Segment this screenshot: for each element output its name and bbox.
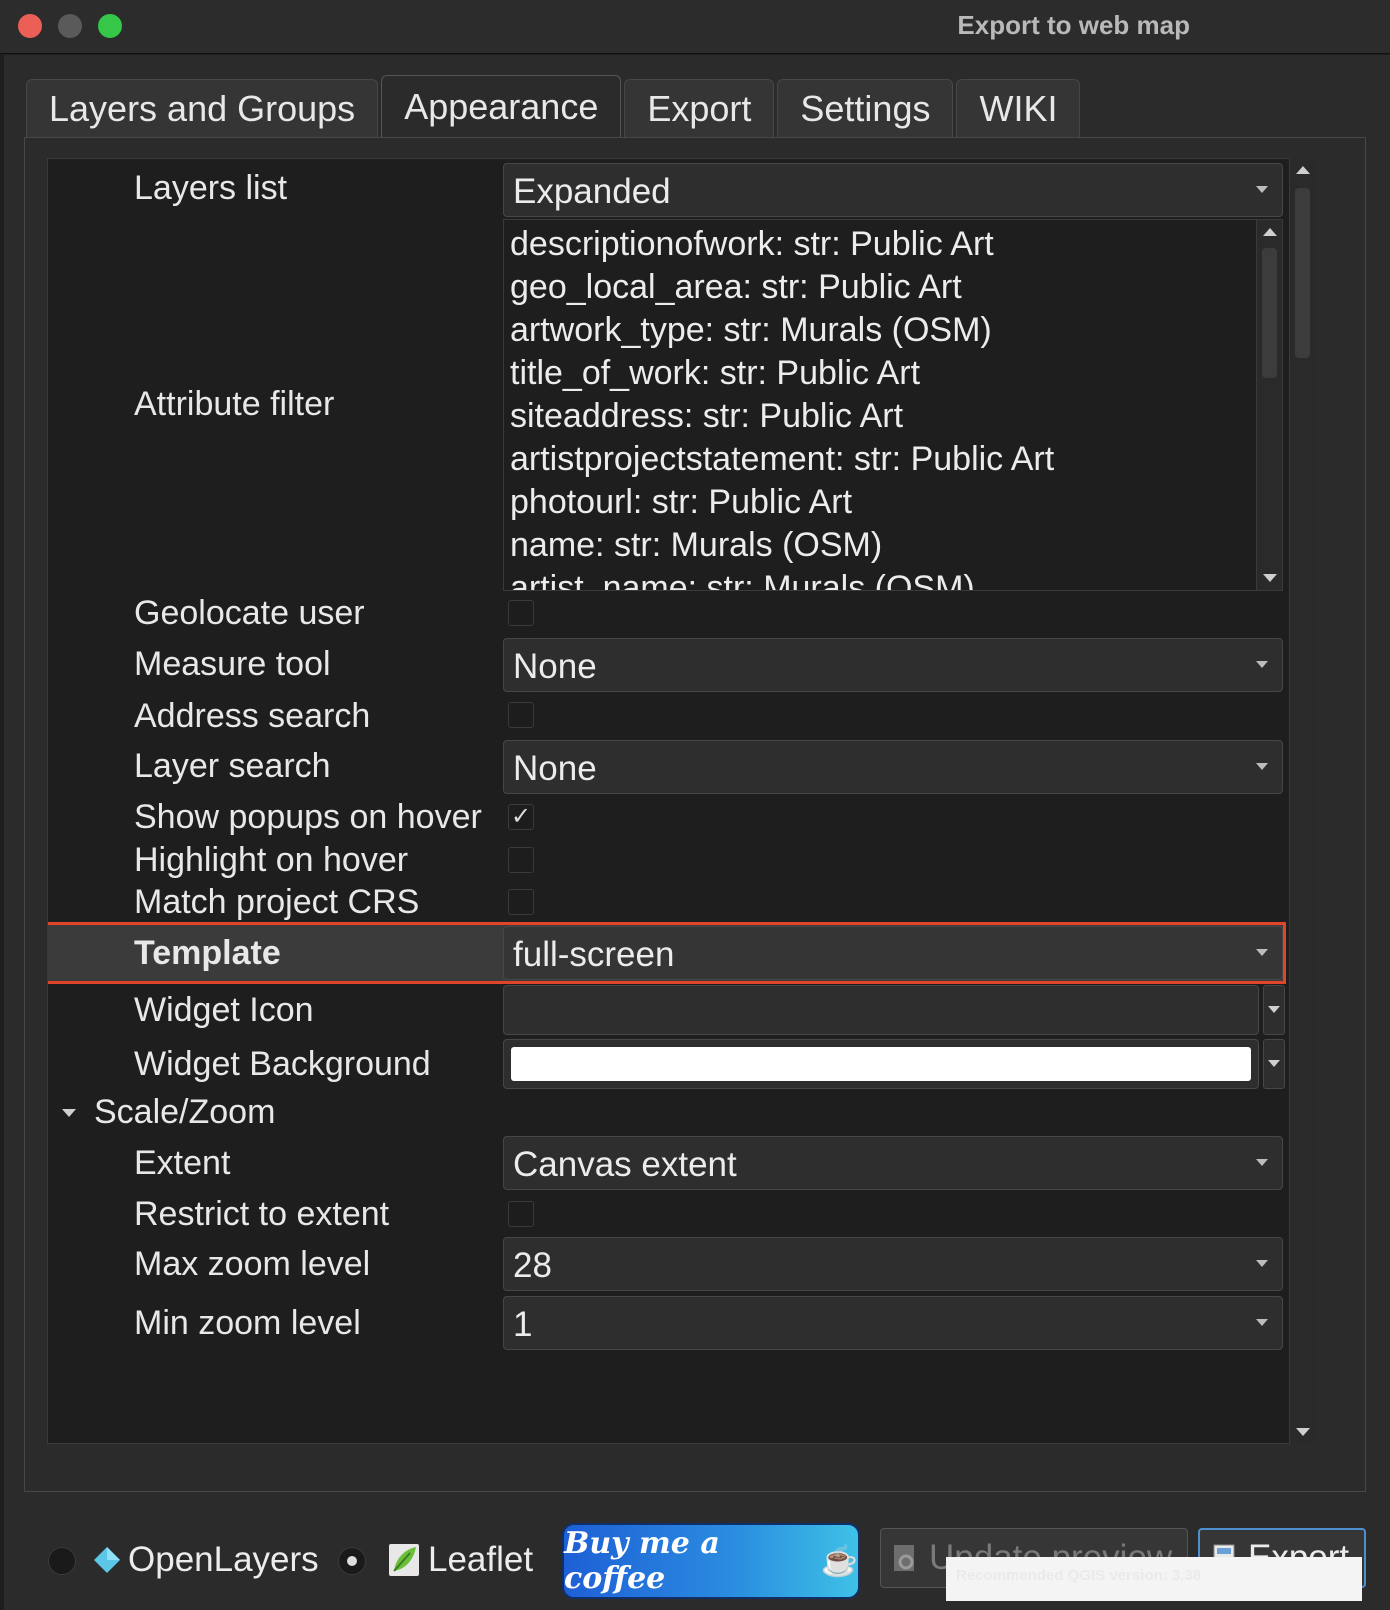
widget-icon-label: Widget Icon bbox=[134, 991, 314, 1029]
list-item[interactable]: photourl: str: Public Art bbox=[510, 482, 1255, 525]
chevron-down-icon bbox=[1256, 949, 1268, 956]
dialog-body: Layers and Groups Appearance Export Sett… bbox=[4, 55, 1390, 1610]
tab-settings[interactable]: Settings bbox=[777, 79, 954, 137]
layers-list-label: Layers list bbox=[134, 169, 288, 207]
address-search-checkbox[interactable] bbox=[508, 702, 534, 728]
list-item[interactable]: name: str: Murals (OSM) bbox=[510, 525, 1255, 568]
match-project-crs-checkbox[interactable] bbox=[508, 889, 534, 915]
update-preview-icon bbox=[894, 1545, 914, 1571]
recommended-version-note: Recommended QGIS version: 3.38 bbox=[946, 1557, 1362, 1601]
chevron-down-icon bbox=[1256, 1159, 1268, 1166]
scale-zoom-group-label[interactable]: Scale/Zoom bbox=[94, 1093, 275, 1132]
chevron-down-icon bbox=[1256, 1319, 1268, 1326]
widget-icon-swatch bbox=[511, 993, 1251, 1027]
openlayers-icon bbox=[94, 1547, 120, 1573]
extent-label: Extent bbox=[134, 1144, 231, 1182]
list-item[interactable]: artistprojectstatement: str: Public Art bbox=[510, 439, 1255, 482]
show-popups-on-hover-checkbox[interactable]: ✓ bbox=[508, 804, 534, 830]
list-item[interactable]: geo_local_area: str: Public Art bbox=[510, 267, 1255, 310]
openlayers-label[interactable]: OpenLayers bbox=[128, 1540, 319, 1580]
tab-bar: Layers and Groups Appearance Export Sett… bbox=[26, 75, 1083, 137]
list-item[interactable]: artwork_type: str: Murals (OSM) bbox=[510, 310, 1255, 353]
leaflet-icon bbox=[389, 1544, 419, 1576]
collapse-arrow-icon[interactable] bbox=[62, 1109, 76, 1117]
tab-appearance[interactable]: Appearance bbox=[381, 75, 622, 137]
widget-background-color-menu[interactable] bbox=[1263, 1039, 1285, 1089]
leaflet-label[interactable]: Leaflet bbox=[428, 1540, 533, 1580]
window-title: Export to web map bbox=[957, 10, 1190, 40]
tab-layers-and-groups[interactable]: Layers and Groups bbox=[26, 79, 379, 137]
scroll-down-icon[interactable] bbox=[1296, 1428, 1310, 1436]
widget-icon-color-button[interactable] bbox=[503, 985, 1259, 1035]
layer-search-value: None bbox=[513, 749, 597, 788]
template-select[interactable]: full-screen bbox=[503, 926, 1283, 980]
attribute-list-scrollbar[interactable] bbox=[1256, 220, 1282, 590]
restrict-to-extent-checkbox[interactable] bbox=[508, 1201, 534, 1227]
chevron-down-icon bbox=[1256, 186, 1268, 193]
widget-background-swatch bbox=[511, 1047, 1251, 1081]
coffee-label: Buy me a coffee bbox=[564, 1526, 720, 1596]
scroll-up-icon[interactable] bbox=[1263, 228, 1277, 236]
layers-list-select[interactable]: Expanded bbox=[503, 163, 1283, 217]
chevron-down-icon bbox=[1256, 661, 1268, 668]
version-note-text: Recommended QGIS version: 3.38 bbox=[956, 1567, 1202, 1584]
appearance-settings-tree: Layers list Expanded Attribute filter de… bbox=[47, 158, 1309, 1444]
template-label: Template bbox=[134, 934, 281, 972]
max-zoom-value: 28 bbox=[513, 1246, 552, 1285]
appearance-pane: Layers list Expanded Attribute filter de… bbox=[24, 137, 1366, 1492]
min-zoom-label: Min zoom level bbox=[134, 1304, 361, 1342]
geolocate-user-checkbox[interactable] bbox=[508, 600, 534, 626]
attribute-filter-label: Attribute filter bbox=[134, 385, 335, 423]
layers-list-value: Expanded bbox=[513, 172, 671, 211]
list-item[interactable]: descriptionofwork: str: Public Art bbox=[510, 224, 1255, 267]
max-zoom-label: Max zoom level bbox=[134, 1245, 371, 1283]
widget-background-color-button[interactable] bbox=[503, 1039, 1259, 1089]
zoom-window-button[interactable] bbox=[98, 14, 122, 38]
layer-search-select[interactable]: None bbox=[503, 740, 1283, 794]
measure-tool-select[interactable]: None bbox=[503, 638, 1283, 692]
extent-select[interactable]: Canvas extent bbox=[503, 1136, 1283, 1190]
measure-tool-label: Measure tool bbox=[134, 645, 331, 683]
list-item[interactable]: siteaddress: str: Public Art bbox=[510, 396, 1255, 439]
coffee-cup-icon: ☕ bbox=[820, 1543, 858, 1579]
min-zoom-select[interactable]: 1 bbox=[503, 1296, 1283, 1350]
buy-me-a-coffee-button[interactable]: Buy me a coffee ☕ bbox=[562, 1523, 860, 1599]
title-bar: Export to web map bbox=[0, 0, 1390, 54]
list-item[interactable]: artist_name: str: Murals (OSM) bbox=[510, 568, 1255, 590]
openlayers-radio[interactable] bbox=[48, 1547, 76, 1575]
geolocate-user-label: Geolocate user bbox=[134, 594, 365, 632]
appearance-scrollbar[interactable] bbox=[1289, 158, 1315, 1444]
template-value: full-screen bbox=[513, 935, 675, 974]
address-search-label: Address search bbox=[134, 697, 371, 735]
minimize-window-button[interactable] bbox=[58, 14, 82, 38]
leaflet-radio[interactable] bbox=[338, 1547, 366, 1575]
highlight-on-hover-checkbox[interactable] bbox=[508, 847, 534, 873]
layer-search-label: Layer search bbox=[134, 747, 331, 785]
tab-export[interactable]: Export bbox=[624, 79, 775, 137]
match-project-crs-label: Match project CRS bbox=[134, 883, 420, 921]
close-window-button[interactable] bbox=[18, 14, 42, 38]
widget-background-label: Widget Background bbox=[134, 1045, 431, 1083]
attribute-filter-list[interactable]: descriptionofwork: str: Public Art geo_l… bbox=[503, 219, 1283, 591]
measure-tool-value: None bbox=[513, 647, 597, 686]
chevron-down-icon bbox=[1256, 763, 1268, 770]
scrollbar-thumb[interactable] bbox=[1262, 248, 1277, 378]
max-zoom-select[interactable]: 28 bbox=[503, 1237, 1283, 1291]
tab-wiki[interactable]: WIKI bbox=[956, 79, 1081, 137]
widget-icon-color-menu[interactable] bbox=[1263, 985, 1285, 1035]
chevron-down-icon bbox=[1256, 1260, 1268, 1267]
highlight-on-hover-label: Highlight on hover bbox=[134, 841, 409, 879]
scroll-down-icon[interactable] bbox=[1263, 574, 1277, 582]
list-item[interactable]: title_of_work: str: Public Art bbox=[510, 353, 1255, 396]
scroll-up-icon[interactable] bbox=[1296, 166, 1310, 174]
min-zoom-value: 1 bbox=[513, 1305, 533, 1344]
scrollbar-thumb[interactable] bbox=[1295, 188, 1310, 358]
show-popups-on-hover-label: Show popups on hover bbox=[134, 798, 482, 836]
restrict-to-extent-label: Restrict to extent bbox=[134, 1195, 390, 1233]
extent-value: Canvas extent bbox=[513, 1145, 737, 1184]
